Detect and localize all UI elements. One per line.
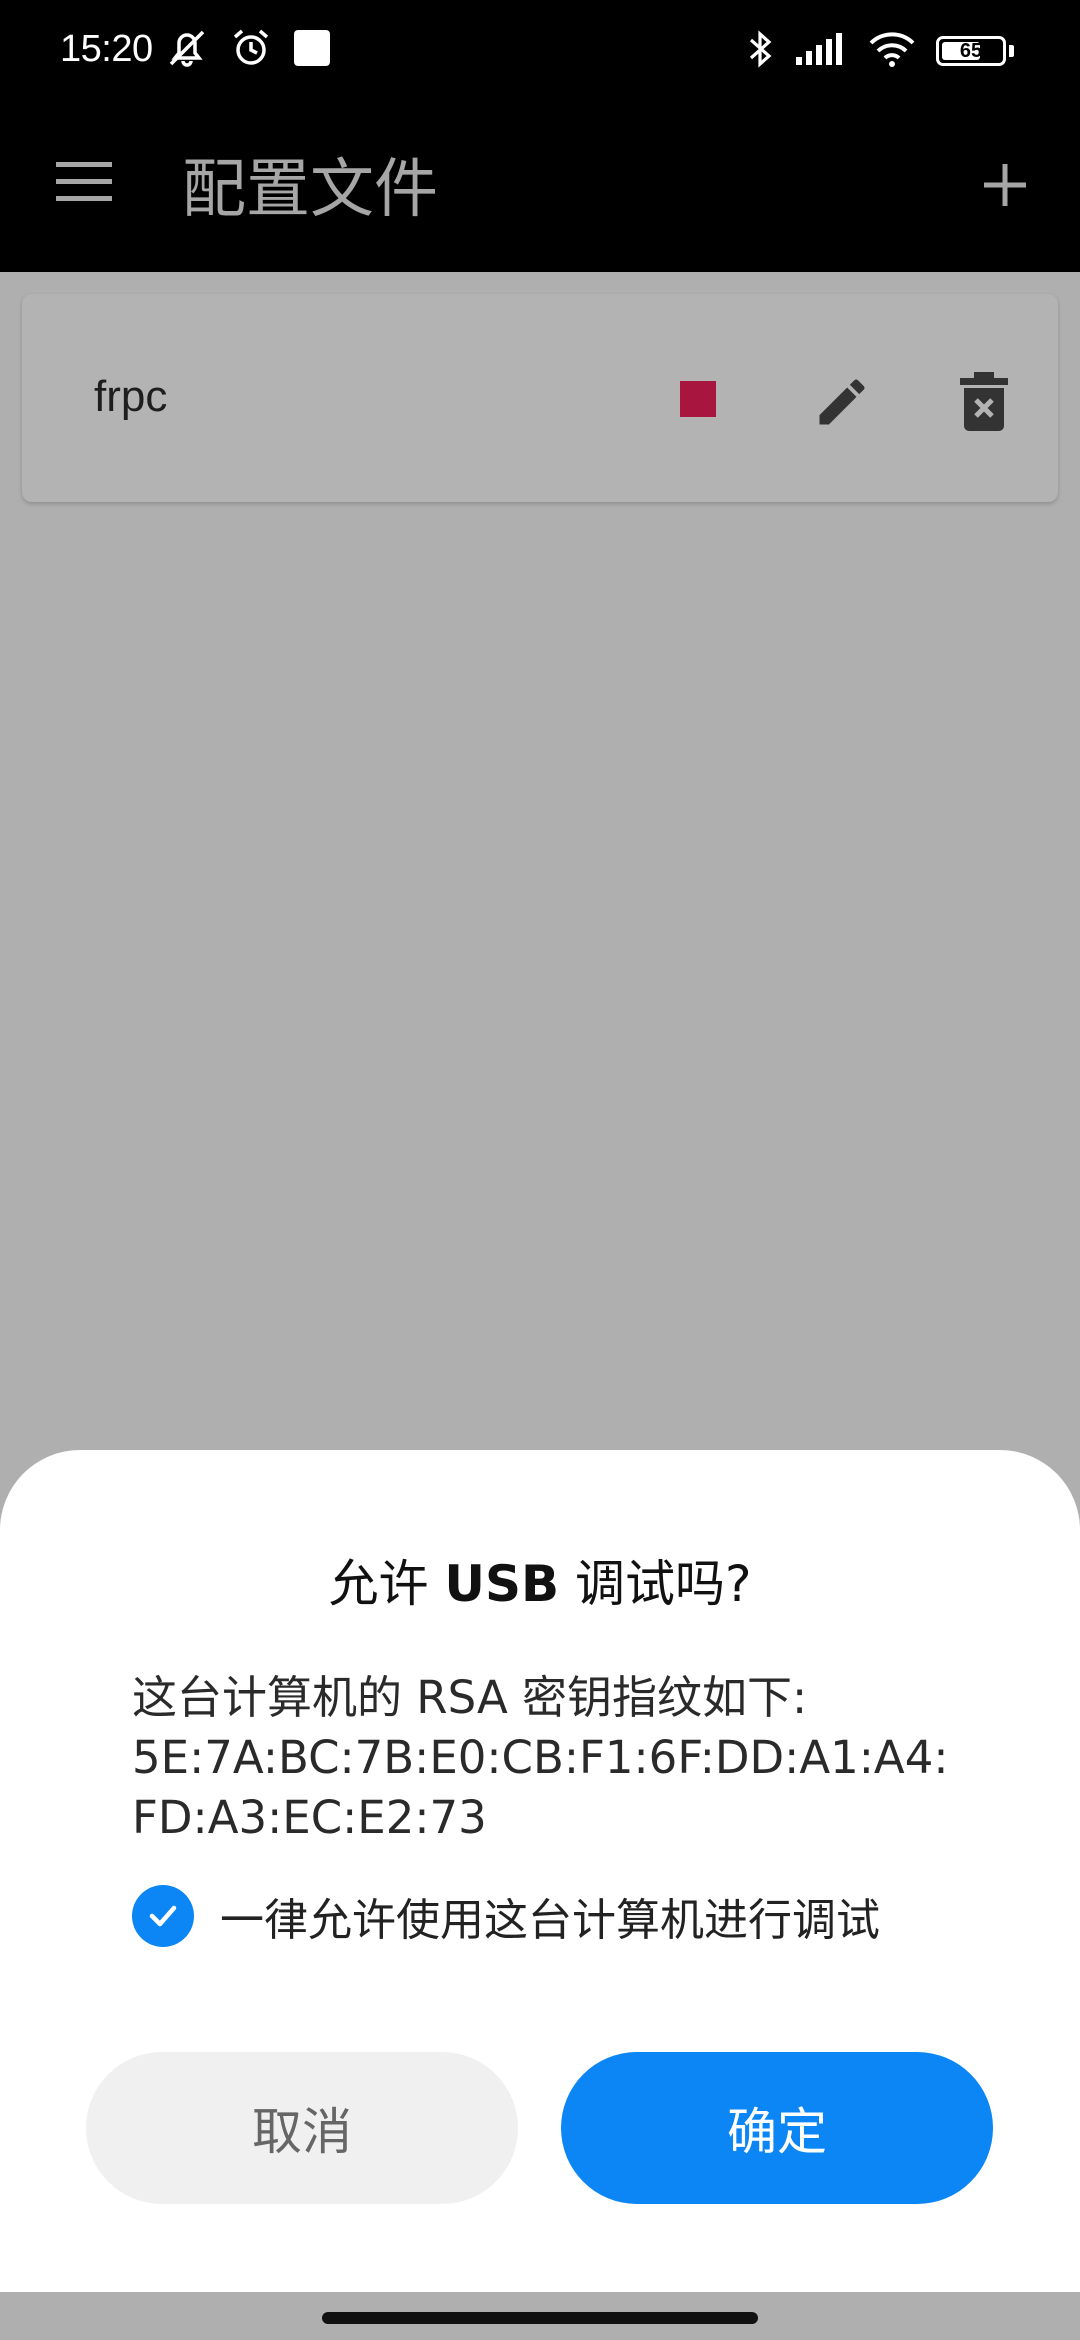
- battery-tip: [1009, 45, 1014, 57]
- stop-icon[interactable]: [680, 381, 716, 417]
- app-bar: 配置文件: [0, 100, 1080, 272]
- delete-icon[interactable]: [956, 370, 1012, 432]
- profile-card[interactable]: frpc: [22, 294, 1058, 502]
- usb-debug-dialog: 允许 USB 调试吗? 这台计算机的 RSA 密钥指纹如下: 5E:7A:BC:…: [0, 1450, 1080, 2292]
- page-title: 配置文件: [182, 153, 438, 227]
- message-line: FD:A3:EC:E2:73: [132, 1791, 487, 1844]
- checkbox-label: 一律允许使用这台计算机进行调试: [220, 1895, 880, 1946]
- alarm-icon: [231, 28, 271, 72]
- signal-icon: [794, 31, 848, 71]
- bluetooth-icon: [748, 28, 774, 74]
- message-line: 5E:7A:BC:7B:E0:CB:F1:6F:DD:A1:A4:: [132, 1731, 949, 1784]
- dialog-title: 允许 USB 调试吗?: [0, 1544, 1080, 1616]
- wifi-icon: [868, 30, 916, 72]
- silent-icon: [165, 28, 209, 72]
- home-indicator[interactable]: [322, 2312, 758, 2324]
- dialog-title-prefix: 允许: [328, 1555, 445, 1613]
- ok-button[interactable]: 确定: [561, 2052, 993, 2204]
- menu-icon[interactable]: [54, 156, 114, 216]
- check-icon[interactable]: [132, 1885, 194, 1947]
- status-time: 15:20: [60, 28, 153, 70]
- message-line: 这台计算机的 RSA 密钥指纹如下:: [132, 1671, 808, 1724]
- cancel-button[interactable]: 取消: [86, 2052, 518, 2204]
- dialog-message: 这台计算机的 RSA 密钥指纹如下: 5E:7A:BC:7B:E0:CB:F1:…: [132, 1668, 972, 1848]
- add-icon[interactable]: [970, 150, 1040, 220]
- nav-bar: [0, 2292, 1080, 2340]
- status-right-icons: 65: [748, 28, 1014, 74]
- edit-icon[interactable]: [812, 372, 872, 432]
- profile-name: frpc: [94, 372, 168, 421]
- status-left-icons: [165, 28, 331, 72]
- always-allow-checkbox[interactable]: 一律允许使用这台计算机进行调试: [132, 1884, 880, 1948]
- status-bar: 15:20 65: [0, 0, 1080, 100]
- battery-icon: 65: [936, 36, 1006, 66]
- battery-level: 65: [959, 39, 983, 62]
- dialog-title-usb: USB: [444, 1555, 560, 1613]
- notification-square-icon: [293, 29, 331, 71]
- dialog-title-suffix: 调试吗?: [559, 1555, 752, 1613]
